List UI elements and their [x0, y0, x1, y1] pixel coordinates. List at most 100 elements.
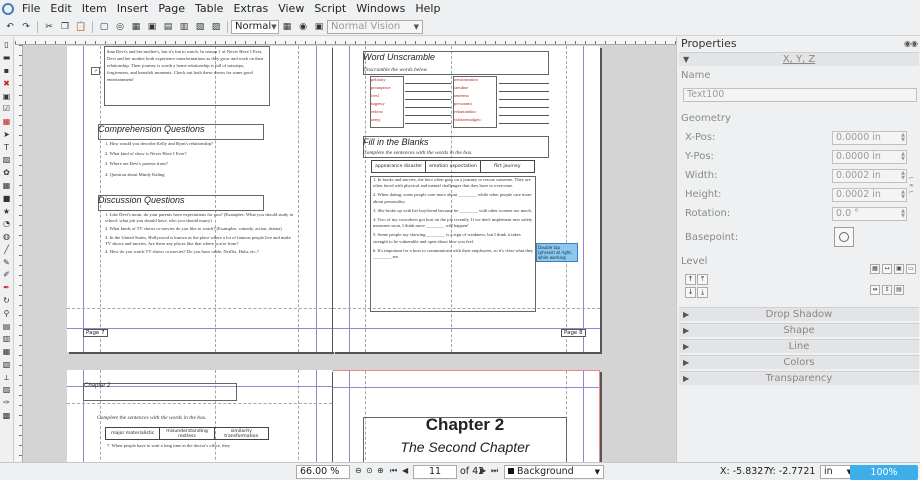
section-shape[interactable]: ▶ Shape — [679, 323, 919, 337]
section-colors[interactable]: ▶ Colors — [679, 355, 919, 369]
page-8[interactable]: Word Unscramble Unscramble the words bel… — [333, 46, 600, 352]
menu-table[interactable]: Table — [190, 0, 228, 18]
zoom-icon[interactable]: ⚲ — [2, 309, 12, 319]
ungroup-icon[interactable]: ↔ — [882, 264, 892, 274]
vertical-ruler[interactable] — [15, 45, 23, 462]
raise-icon[interactable]: ↑ — [685, 274, 696, 285]
view-mode-icon[interactable]: ▣ — [313, 21, 325, 33]
render-frame-icon[interactable]: ✿ — [2, 168, 12, 178]
pdf-icon[interactable]: ▥ — [178, 21, 190, 33]
section-transparency[interactable]: ▶ Transparency — [679, 371, 919, 385]
pdf-tools-icon[interactable]: ▩ — [2, 411, 12, 421]
text-frame-icon[interactable]: T — [2, 143, 12, 153]
align-icon[interactable]: ▤ — [162, 21, 174, 33]
align-icon[interactable]: ▤ — [894, 285, 904, 295]
next-page-icon[interactable]: ▶ — [480, 466, 486, 475]
arc-icon[interactable]: ◔ — [2, 219, 12, 229]
annotation-note[interactable]: Double tap (phrase) at right, while work… — [536, 243, 578, 262]
menu-script[interactable]: Script — [309, 0, 351, 18]
print-icon[interactable]: ▣ — [2, 92, 12, 102]
panel-window-buttons[interactable]: ◉◉ — [904, 39, 918, 48]
table-icon[interactable]: ▦ — [2, 181, 12, 191]
mode-select[interactable]: Normal ▼ — [231, 19, 279, 34]
unlink-frames-icon[interactable]: ▧ — [2, 360, 12, 370]
flip-vertical-icon[interactable]: ⇕ — [882, 285, 892, 295]
page-number-field[interactable]: 11 — [413, 465, 457, 479]
zoom-in-icon[interactable]: ⊕ — [377, 466, 384, 475]
paste-icon[interactable]: 📋 — [75, 21, 87, 33]
spinner-icon[interactable]: ▲ ▼ — [901, 133, 905, 143]
box-icon[interactable]: ▣ — [146, 21, 158, 33]
eyedropper-icon[interactable]: ✑ — [2, 398, 12, 408]
grid-icon[interactable]: ▦ — [130, 21, 142, 33]
document-canvas[interactable]: than Devi's and her mother's, but it's f… — [15, 37, 676, 462]
spiral-icon[interactable]: ◍ — [2, 232, 12, 242]
target-icon[interactable]: ◎ — [114, 21, 126, 33]
page-number-label[interactable]: Page 7 — [83, 329, 108, 337]
frame-icon[interactable]: ▢ — [98, 21, 110, 33]
rotate-icon[interactable]: ↻ — [2, 296, 12, 306]
page-9[interactable]: Chapter 2 Complete the sentences with th… — [67, 370, 332, 462]
menu-extras[interactable]: Extras — [228, 0, 273, 18]
zoom-field[interactable]: 66.00 % — [296, 465, 350, 479]
word-bank-box[interactable]: major materialistic misunderstanding res… — [105, 427, 269, 440]
discussion-list[interactable]: 1. Like Devi's mom, do your parents have… — [105, 212, 297, 255]
section-xyz[interactable]: ▼ X, Y, Z — [679, 52, 919, 66]
size-lock-icon[interactable]: ▭ — [906, 264, 916, 274]
link-frames-icon[interactable]: ▦ — [2, 347, 12, 357]
freehand-icon[interactable]: ✐ — [2, 270, 12, 280]
polygon-icon[interactable]: ★ — [2, 207, 12, 217]
undo-icon[interactable]: ↶ — [4, 21, 16, 33]
edit-text-icon[interactable]: ▤ — [2, 322, 12, 332]
pdf-export-icon[interactable]: ▦ — [2, 117, 12, 127]
redo-icon[interactable]: ↷ — [20, 21, 32, 33]
basepoint-selector[interactable] — [834, 227, 854, 247]
export-icon[interactable]: ▨ — [210, 21, 222, 33]
page-number-label[interactable]: Page 8 — [561, 329, 586, 337]
new-doc-icon[interactable]: ▯ — [2, 40, 12, 50]
story-editor-icon[interactable]: ▥ — [2, 334, 12, 344]
zoom-100-icon[interactable]: ⊙ — [366, 466, 373, 475]
spinner-icon[interactable]: ▲ ▼ — [901, 190, 905, 200]
menu-edit[interactable]: Edit — [45, 0, 76, 18]
width-field[interactable]: 0.0002 in ▲ ▼ — [832, 169, 907, 183]
intro-text-frame[interactable]: than Devi's and her mother's, but it's f… — [104, 46, 270, 106]
lock-icon[interactable]: ▣ — [894, 264, 904, 274]
horizontal-ruler[interactable] — [15, 37, 676, 45]
zoom-out-icon[interactable]: ⊖ — [355, 466, 362, 475]
first-page-icon[interactable]: ⏮ — [390, 466, 397, 476]
open-icon[interactable]: ▬ — [2, 53, 12, 63]
rotation-field[interactable]: 0.0 ° ▲ ▼ — [832, 207, 907, 221]
link-size-icon[interactable]: ⌐ ∞ ⌐ — [909, 175, 917, 197]
menu-windows[interactable]: Windows — [351, 0, 410, 18]
image-frame-icon[interactable]: ▨ — [2, 155, 12, 165]
previous-page-icon[interactable]: ◀ — [402, 466, 408, 475]
page-7[interactable]: than Devi's and her mother's, but it's f… — [67, 46, 332, 352]
copy-icon[interactable]: ❐ — [59, 21, 71, 33]
group-icon[interactable]: ▦ — [870, 264, 880, 274]
section-drop-shadow[interactable]: ▶ Drop Shadow — [679, 307, 919, 321]
copy-props-icon[interactable]: ▨ — [2, 385, 12, 395]
spinner-icon[interactable]: ▲ ▼ — [901, 171, 905, 181]
bezier-icon[interactable]: ✎ — [2, 258, 12, 268]
raise-to-top-icon[interactable]: ⤒ — [697, 274, 708, 285]
eye-icon[interactable]: ◉ — [297, 21, 309, 33]
menu-file[interactable]: File — [17, 0, 45, 18]
image-icon[interactable]: ▧ — [194, 21, 206, 33]
vision-select[interactable]: Normal Vision ▼ — [327, 19, 423, 34]
menu-item[interactable]: Item — [77, 0, 112, 18]
page-10[interactable]: Chapter 2 The Second Chapter — [333, 370, 600, 462]
menu-view[interactable]: View — [273, 0, 309, 18]
word-bank-box[interactable]: appearance disaster emotion expectation … — [371, 160, 535, 173]
preview-icon[interactable]: ▦ — [281, 21, 293, 33]
comprehension-list[interactable]: 1. How would you describe Kelly and Ryan… — [105, 141, 275, 178]
measure-icon[interactable]: ⟂ — [2, 373, 12, 383]
cut-icon[interactable]: ✂ — [43, 21, 55, 33]
xpos-field[interactable]: 0.0000 in ▲ ▼ — [832, 131, 907, 145]
zoom-100-button[interactable]: 100% — [850, 465, 918, 480]
height-field[interactable]: 0.0002 in ▲ ▼ — [832, 188, 907, 202]
lower-to-bottom-icon[interactable]: ⤓ — [697, 287, 708, 298]
spinner-icon[interactable]: ▲ ▼ — [901, 209, 905, 219]
last-page-icon[interactable]: ⏭ — [491, 466, 498, 476]
menu-insert[interactable]: Insert — [112, 0, 154, 18]
